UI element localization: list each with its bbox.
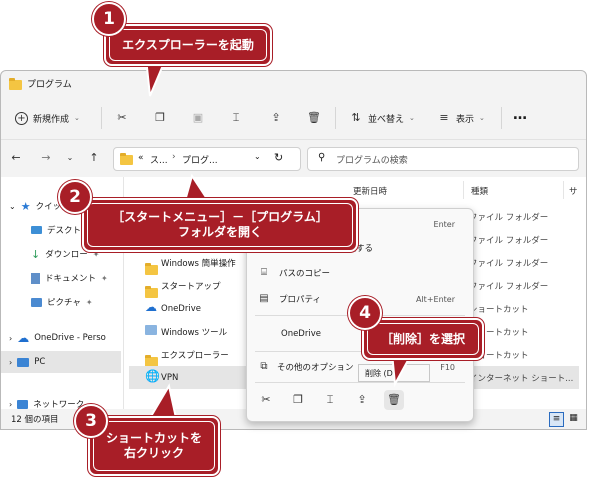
callout-3: ショートカットを 右クリック (88, 416, 220, 476)
callout-3-text: ショートカットを 右クリック (93, 421, 215, 471)
callout-1-text: エクスプローラーを起動 (109, 29, 267, 61)
callout-1-number: 1 (92, 2, 126, 36)
callout-4-number: 4 (348, 296, 382, 330)
callout-3-pointer (148, 383, 178, 419)
callout-1: エクスプローラーを起動 (104, 24, 272, 66)
callout-2: ［スタートメニュー］－［プログラム］ フォルダを開く (82, 198, 358, 252)
callout-3-number: 3 (74, 404, 108, 438)
callout-2-text: ［スタートメニュー］－［プログラム］ フォルダを開く (87, 203, 353, 247)
callout-2-number: 2 (58, 180, 92, 214)
callout-4: ［削除］を選択 (362, 318, 484, 360)
callout-4-text: ［削除］を選択 (367, 323, 479, 355)
